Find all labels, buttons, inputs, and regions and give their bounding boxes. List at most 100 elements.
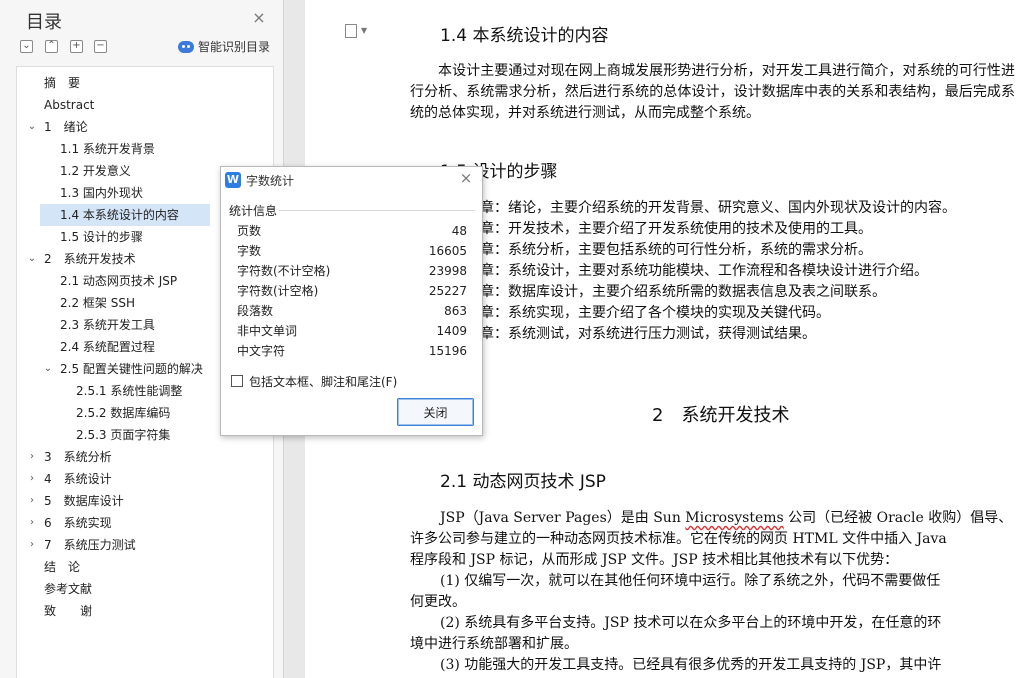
stat-label: 非中文单词 xyxy=(237,324,298,338)
toc-item-label: 3 系统分析 xyxy=(44,450,112,464)
toc-item-label: 2.2 框架 SSH xyxy=(60,296,135,310)
line-text: (1) 仅编写一次，就可以在其他任何环境中运行。除了系统之外，代码不需要做任 xyxy=(440,573,941,589)
toc-item-label: 结 论 xyxy=(44,560,81,574)
stats-section-label: 统计信息 xyxy=(229,204,278,218)
chevron-right-icon[interactable]: › xyxy=(27,512,37,534)
spellcheck-flagged-word: Microsystems xyxy=(685,510,784,526)
heading-chapter-2: 2 系统开发技术 xyxy=(652,405,790,426)
stat-label: 字符数(不计空格) xyxy=(237,264,331,278)
stat-label: 页数 xyxy=(237,224,262,238)
include-textbox-footnote-option[interactable]: 包括文本框、脚注和尾注(F) xyxy=(231,373,397,389)
toc-item-label: 1.2 开发意义 xyxy=(60,164,131,178)
toc-item[interactable]: › 7 系统压力测试 xyxy=(17,534,273,556)
toc-item-label: 摘 要 xyxy=(44,76,81,90)
chevron-right-icon[interactable]: › xyxy=(27,534,37,556)
heading-2-1: 2.1 动态网页技术 JSP xyxy=(440,472,606,492)
toc-item-label: 6 系统实现 xyxy=(44,516,112,530)
chevron-down-icon[interactable]: ⌄ xyxy=(27,116,37,138)
line-text: JSP（Java Server Pages）是由 Sun xyxy=(440,510,686,526)
toc-item-label: 4 系统设计 xyxy=(44,472,112,486)
toc-item[interactable]: 1.4 本系统设计的内容 xyxy=(40,204,210,226)
step-line: 章：系统实现，主要介绍了各个模块的实现及关键代码。 xyxy=(480,305,830,321)
toc-item-label: 2.5.2 数据库编码 xyxy=(76,406,171,420)
line-text: (2) 系统具有多平台支持。JSP 技术可以在众多平台上的环境中开发，在任意的环 xyxy=(440,615,942,631)
toc-item[interactable]: › 6 系统实现 xyxy=(17,512,273,534)
chevron-right-icon[interactable]: › xyxy=(27,468,37,490)
stat-row: 字数 16605 xyxy=(237,241,467,261)
toc-item[interactable]: 结 论 xyxy=(17,556,273,578)
stat-row: 中文字符 15196 xyxy=(237,341,467,361)
stat-row: 页数 48 xyxy=(237,221,467,241)
stat-label: 段落数 xyxy=(237,304,274,318)
stat-row: 字符数(计空格) 25227 xyxy=(237,281,467,301)
stat-value: 1409 xyxy=(436,324,467,338)
paragraph-line: (3) 功能强大的开发工具支持。已经具有很多优秀的开发工具支持的 JSP，其中许 xyxy=(440,655,941,676)
smart-toc-button[interactable]: 智能识别目录 xyxy=(178,38,270,55)
paragraph-line: JSP（Java Server Pages）是由 Sun Microsystem… xyxy=(440,508,1012,529)
dialog-close-icon[interactable]: × xyxy=(459,171,473,186)
paragraph-line: 境中进行系统部署和扩展。 xyxy=(410,634,578,655)
toc-item-label: 2.5.1 系统性能调整 xyxy=(76,384,183,398)
stat-row: 非中文单词 1409 xyxy=(237,321,467,341)
chevron-right-icon[interactable]: › xyxy=(27,446,37,468)
stat-label: 字数 xyxy=(237,244,262,258)
page-icon[interactable] xyxy=(345,24,357,38)
toc-item[interactable]: 参考文献 xyxy=(17,578,273,600)
chevron-down-icon[interactable]: ⌄ xyxy=(27,248,37,270)
step-line: 章：系统测试，对系统进行压力测试，获得测试结果。 xyxy=(480,326,816,342)
close-button[interactable]: 关闭 xyxy=(397,398,474,426)
toc-item-label: 参考文献 xyxy=(44,582,93,596)
toc-item[interactable]: 致 谢 xyxy=(17,600,273,622)
toc-item[interactable]: Abstract xyxy=(17,94,273,116)
toc-item-label: 5 数据库设计 xyxy=(44,494,124,508)
collapse-all-icon[interactable]: ⌄ xyxy=(20,40,33,53)
stat-value: 15196 xyxy=(428,344,467,358)
paragraph-line: 何更改。 xyxy=(410,592,466,613)
toc-item[interactable]: › 5 数据库设计 xyxy=(17,490,273,512)
line-text: 公司（已经被 Oracle 收购）倡导、 xyxy=(783,510,1013,526)
nav-close-icon[interactable]: × xyxy=(252,10,266,26)
toc-item[interactable]: › 3 系统分析 xyxy=(17,446,273,468)
line-text: (3) 功能强大的开发工具支持。已经具有很多优秀的开发工具支持的 JSP，其中许 xyxy=(440,657,942,673)
ai-assistant-icon xyxy=(178,40,194,53)
toc-item-label: 2.1 动态网页技术 JSP xyxy=(60,274,178,288)
stat-row: 段落数 863 xyxy=(237,301,467,321)
include-textbox-footnote-checkbox[interactable] xyxy=(231,375,243,387)
toc-item-label: 2.4 系统配置过程 xyxy=(60,340,155,354)
stat-value: 25227 xyxy=(428,284,467,298)
toc-item-label: Abstract xyxy=(44,98,95,112)
chevron-right-icon[interactable]: › xyxy=(27,490,37,512)
dialog-title: 字数统计 xyxy=(246,174,295,188)
paragraph-line: (2) 系统具有多平台支持。JSP 技术可以在众多平台上的环境中开发，在任意的环 xyxy=(440,613,941,634)
toc-item-label: 1.1 系统开发背景 xyxy=(60,142,155,156)
step-line: 章：系统分析，主要包括系统的可行性分析，系统的需求分析。 xyxy=(480,242,872,258)
step-line: 章：绪论，主要介绍系统的开发背景、研究意义、国内外现状及设计的内容。 xyxy=(480,200,956,216)
stat-value: 863 xyxy=(444,304,467,318)
stat-row: 字符数(不计空格) 23998 xyxy=(237,261,467,281)
line-text: 境中进行系统部署和扩展。 xyxy=(410,636,578,652)
toc-item-label: 2.3 系统开发工具 xyxy=(60,318,155,332)
toc-item-label: 1 绪论 xyxy=(44,120,88,134)
heading-1-4: 1.4 本系统设计的内容 xyxy=(440,26,609,46)
expand-all-icon[interactable]: ⌃ xyxy=(45,40,58,53)
toc-item[interactable]: 1.1 系统开发背景 xyxy=(17,138,273,160)
smart-toc-label: 智能识别目录 xyxy=(198,40,271,54)
toc-item[interactable]: › 4 系统设计 xyxy=(17,468,273,490)
toc-item-label: 2.5.3 页面字符集 xyxy=(76,428,171,442)
chevron-down-icon[interactable]: ⌄ xyxy=(43,358,53,380)
paragraph-1-4: 本设计主要通过对现在网上商城发展形势进行分析，对开发工具进行简介，对系统的可行性… xyxy=(410,63,1015,121)
toc-item[interactable]: 摘 要 xyxy=(17,72,273,94)
stat-label: 中文字符 xyxy=(237,344,286,358)
section-divider xyxy=(279,210,475,211)
remove-heading-icon[interactable]: − xyxy=(94,40,107,53)
toc-item[interactable]: ⌄ 1 绪论 xyxy=(17,116,273,138)
stat-value: 23998 xyxy=(428,264,467,278)
checkbox-label: 包括文本框、脚注和尾注(F) xyxy=(249,374,398,389)
toc-item-label: 致 谢 xyxy=(44,604,93,618)
chevron-down-icon[interactable]: ▼ xyxy=(361,26,367,35)
stat-value: 16605 xyxy=(428,244,467,258)
nav-pane-title: 目录 xyxy=(26,12,62,33)
add-heading-icon[interactable]: + xyxy=(70,40,83,53)
step-line: 章：数据库设计，主要介绍系统所需的数据表信息及表之间联系。 xyxy=(480,284,886,300)
step-line: 章：系统设计，主要对系统功能模块、工作流程和各模块设计进行介绍。 xyxy=(480,263,928,279)
